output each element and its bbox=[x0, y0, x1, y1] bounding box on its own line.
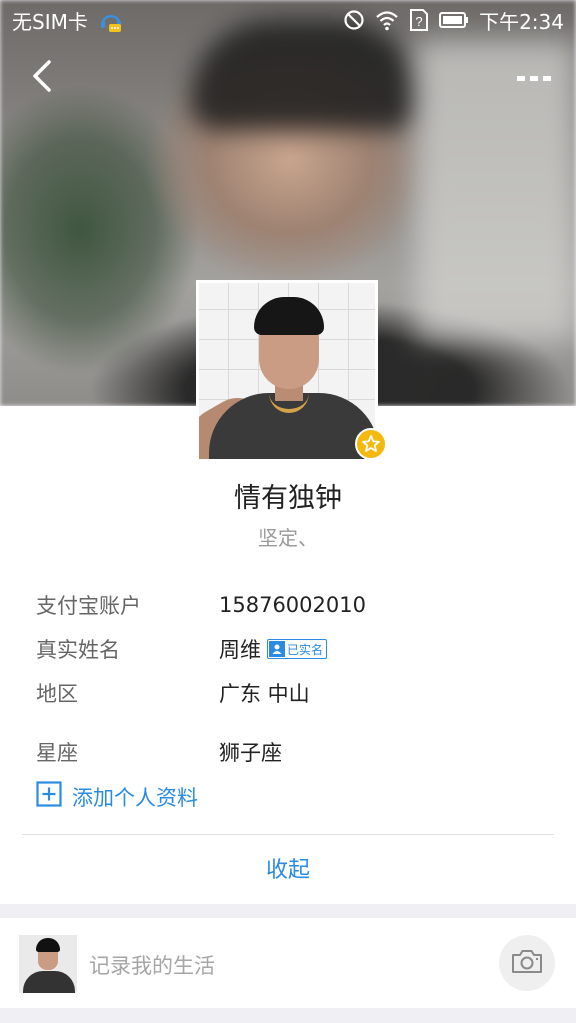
status-right: ? 下午2:34 bbox=[343, 6, 564, 35]
collapse-button[interactable]: 收起 bbox=[0, 852, 576, 884]
status-left: 无SIM卡 bbox=[12, 6, 124, 35]
plus-square-icon bbox=[36, 781, 62, 812]
camera-icon bbox=[511, 948, 543, 978]
avatar-detail bbox=[23, 971, 75, 993]
info-value: 狮子座 bbox=[219, 741, 282, 765]
status-bar: 无SIM卡 ? 下午2:34 bbox=[0, 0, 576, 40]
add-profile-label: 添加个人资料 bbox=[72, 785, 198, 810]
info-value-container: 周维 已实名 bbox=[219, 634, 328, 664]
profile-avatar[interactable] bbox=[196, 280, 378, 462]
divider bbox=[22, 834, 554, 835]
star-icon[interactable] bbox=[355, 428, 387, 460]
info-value: 广东 中山 bbox=[219, 682, 310, 706]
svg-text:?: ? bbox=[415, 14, 422, 29]
camera-button[interactable] bbox=[499, 935, 555, 991]
info-label: 真实姓名 bbox=[36, 638, 120, 662]
wifi-icon bbox=[375, 9, 399, 31]
no-disturb-icon bbox=[343, 9, 365, 31]
chevron-left-icon bbox=[30, 59, 54, 97]
battery-icon bbox=[439, 11, 469, 29]
info-label: 星座 bbox=[36, 741, 78, 765]
status-time: 下午2:34 bbox=[479, 9, 564, 34]
profile-nickname: 情有独钟 bbox=[234, 483, 342, 514]
carrier-text: 无SIM卡 bbox=[12, 9, 88, 34]
info-value[interactable]: 15876002010 bbox=[219, 593, 366, 617]
add-profile-button[interactable]: 添加个人资料 bbox=[36, 781, 198, 812]
info-value: 周维 bbox=[219, 638, 261, 662]
more-dots-icon bbox=[516, 68, 552, 87]
info-row-region: 地区 广东 中山 bbox=[36, 678, 310, 708]
assistant-icon bbox=[98, 7, 124, 33]
verified-badge[interactable]: 已实名 bbox=[267, 639, 328, 659]
avatar-image bbox=[199, 283, 375, 459]
info-row-zodiac: 星座 狮子座 bbox=[36, 737, 282, 767]
post-input[interactable]: 记录我的生活 bbox=[89, 950, 215, 980]
verified-person-icon bbox=[269, 641, 285, 657]
info-label: 地区 bbox=[36, 682, 78, 706]
post-composer: 记录我的生活 bbox=[0, 918, 576, 1008]
more-button[interactable] bbox=[514, 62, 554, 92]
avatar-detail bbox=[36, 938, 60, 952]
info-row-account: 支付宝账户 15876002010 bbox=[36, 590, 366, 620]
avatar[interactable] bbox=[19, 935, 77, 993]
info-row-real-name: 真实姓名 周维 已实名 bbox=[36, 634, 328, 664]
back-button[interactable] bbox=[22, 58, 62, 98]
info-label: 支付宝账户 bbox=[36, 594, 141, 618]
avatar-detail bbox=[254, 297, 324, 335]
profile-signature: 坚定、 bbox=[258, 526, 318, 550]
verified-badge-text: 已实名 bbox=[287, 642, 324, 657]
no-sim-icon: ? bbox=[409, 8, 429, 32]
